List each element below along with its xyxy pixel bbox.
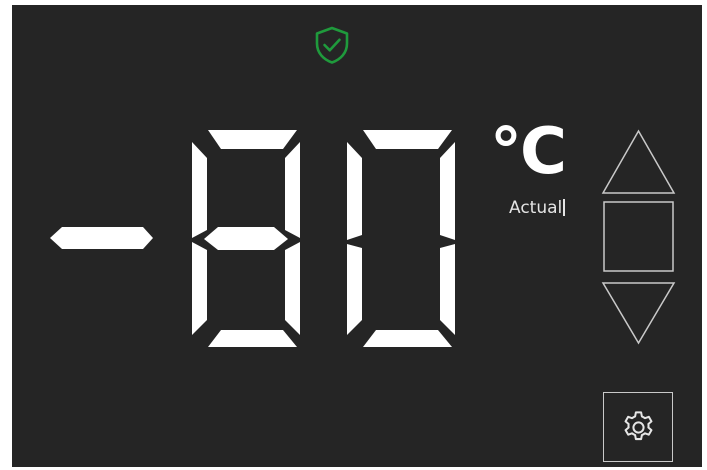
triangle-up-icon [601,129,676,194]
text-caret [563,199,565,216]
triangle-down-icon [601,282,676,345]
gear-icon [624,411,653,441]
temperature-display [50,130,455,347]
controller-screen: °C Actual [12,5,702,467]
minus-segment [50,227,153,249]
square-icon [603,201,674,272]
digit-eight [192,130,300,347]
temperature-label: Actual [509,198,565,218]
temperature-unit: °C [490,115,567,189]
stop-button[interactable] [603,201,674,272]
actual-label-text: Actual [509,198,563,218]
settings-button[interactable] [603,392,673,462]
increase-button[interactable] [601,129,676,195]
digit-zero [347,130,455,347]
decrease-button[interactable] [601,281,676,345]
